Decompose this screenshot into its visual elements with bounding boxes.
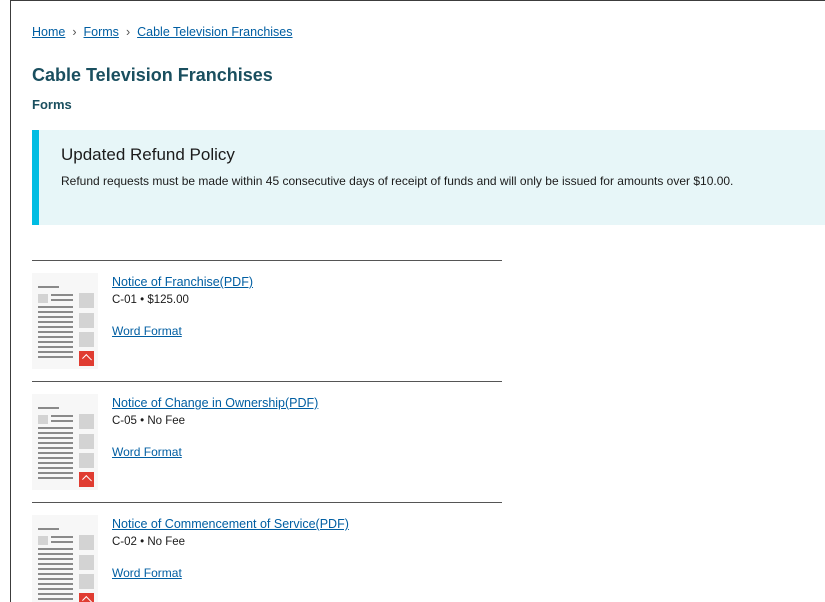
- alert-heading: Updated Refund Policy: [61, 145, 235, 164]
- document-thumbnail-icon[interactable]: [32, 515, 98, 602]
- form-item: Notice of Change in Ownership(PDF) C-05 …: [32, 381, 502, 502]
- word-format-link[interactable]: Word Format: [112, 324, 253, 338]
- form-pdf-link[interactable]: Notice of Commencement of Service(PDF): [112, 517, 349, 531]
- pdf-icon: [79, 472, 94, 487]
- form-list: Notice of Franchise(PDF) C-01 • $125.00 …: [32, 260, 502, 602]
- form-item: Notice of Commencement of Service(PDF) C…: [32, 502, 502, 602]
- form-info: Notice of Franchise(PDF) C-01 • $125.00 …: [112, 275, 253, 338]
- form-pdf-link[interactable]: Notice of Change in Ownership(PDF): [112, 396, 318, 410]
- alert-body: Refund requests must be made within 45 c…: [61, 174, 734, 188]
- word-format-link[interactable]: Word Format: [112, 566, 349, 580]
- form-meta: C-01 • $125.00: [112, 294, 189, 306]
- form-item: Notice of Franchise(PDF) C-01 • $125.00 …: [32, 260, 502, 381]
- page-frame: Home › Forms › Cable Television Franchises C…: [10, 0, 825, 602]
- word-format-link[interactable]: Word Format: [112, 445, 318, 459]
- page-subtitle: Forms: [32, 97, 72, 112]
- document-thumbnail-icon[interactable]: [32, 273, 98, 369]
- refund-policy-alert: Updated Refund Policy Refund requests mu…: [32, 130, 825, 225]
- form-meta: C-02 • No Fee: [112, 536, 186, 548]
- pdf-icon: [79, 593, 94, 602]
- page-title: Cable Television Franchises: [32, 65, 273, 85]
- form-info: Notice of Commencement of Service(PDF) C…: [112, 517, 349, 580]
- pdf-icon: [79, 351, 94, 366]
- form-meta: C-05 • No Fee: [112, 415, 186, 427]
- breadcrumb-current-link[interactable]: Cable Television Franchises: [137, 25, 292, 39]
- breadcrumb: Home › Forms › Cable Television Franchises: [32, 25, 293, 39]
- breadcrumb-separator: ›: [72, 25, 77, 39]
- breadcrumb-separator: ›: [125, 25, 131, 39]
- form-pdf-link[interactable]: Notice of Franchise(PDF): [112, 275, 253, 289]
- form-info: Notice of Change in Ownership(PDF) C-05 …: [112, 396, 318, 459]
- document-thumbnail-icon[interactable]: [32, 394, 98, 490]
- breadcrumb-home-link[interactable]: Home: [32, 25, 65, 39]
- breadcrumb-forms-link[interactable]: Forms: [84, 25, 119, 39]
